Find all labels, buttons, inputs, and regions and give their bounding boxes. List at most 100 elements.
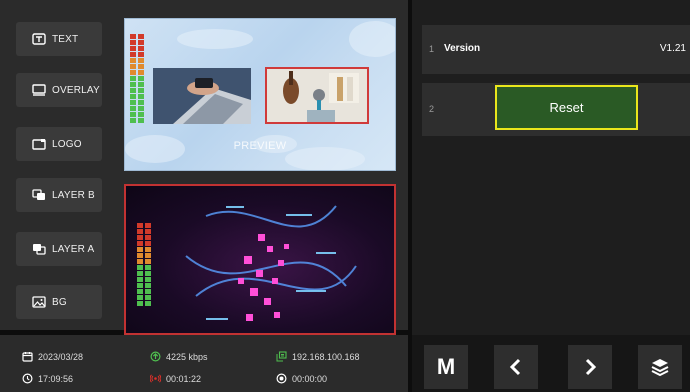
bitrate-stat: 4225 kbps xyxy=(150,351,208,362)
stream-time-stat: 00:01:22 xyxy=(150,373,201,384)
layer-a-button-label: LAYER A xyxy=(52,243,95,255)
calendar-icon xyxy=(22,352,33,362)
network-icon xyxy=(276,351,287,362)
meter-segment xyxy=(145,301,151,306)
meter-segment xyxy=(137,283,143,288)
meter-channel xyxy=(145,223,151,306)
meter-segment xyxy=(137,271,143,276)
bg-button[interactable]: BG xyxy=(16,285,102,319)
broadcast-icon xyxy=(150,374,161,383)
meter-segment xyxy=(138,46,144,51)
ip-stat: 192.168.100.168 xyxy=(276,351,360,362)
meter-segment xyxy=(145,223,151,228)
settings-row-reset: 2 Reset xyxy=(422,83,690,136)
stream-time-value: 00:01:22 xyxy=(166,373,202,384)
layers-button[interactable] xyxy=(638,345,682,389)
meter-segment xyxy=(138,100,144,105)
meter-segment xyxy=(137,253,143,258)
meter-segment xyxy=(137,241,143,246)
meter-segment xyxy=(137,265,143,270)
meter-segment xyxy=(145,289,151,294)
layer-b-button[interactable]: LAYER B xyxy=(16,178,102,212)
image-icon xyxy=(32,296,46,308)
meter-segment xyxy=(138,88,144,93)
meter-segment xyxy=(145,235,151,240)
time-stat: 17:09:56 xyxy=(22,373,73,384)
meter-segment xyxy=(145,277,151,282)
logo-icon xyxy=(32,139,46,150)
layers-icon xyxy=(651,359,669,377)
preview-source-thumbnail-studio xyxy=(265,67,369,124)
meter-segment xyxy=(130,118,136,123)
meter-segment xyxy=(130,76,136,81)
version-value: V1.21 xyxy=(659,43,686,54)
meter-segment xyxy=(130,52,136,57)
meter-segment xyxy=(145,241,151,246)
program-audio-meter xyxy=(137,223,151,306)
preview-monitor[interactable]: PREVIEW xyxy=(124,18,396,171)
meter-segment xyxy=(138,106,144,111)
meter-segment xyxy=(138,70,144,75)
layer-b-icon xyxy=(32,189,45,200)
row-index: 2 xyxy=(429,104,435,114)
meter-segment xyxy=(130,82,136,87)
menu-m-button[interactable]: M xyxy=(424,345,468,389)
record-time-stat: 00:00:00 xyxy=(276,373,327,384)
bg-button-label: BG xyxy=(52,296,67,308)
meter-segment xyxy=(138,112,144,117)
meter-segment xyxy=(145,271,151,276)
meter-segment xyxy=(138,52,144,57)
meter-segment xyxy=(130,58,136,63)
text-box-icon xyxy=(32,33,46,45)
reset-button[interactable]: Reset xyxy=(495,85,638,130)
left-panel: TEXT OVERLAY LOGO LAYER B LAYER A BG PRE… xyxy=(0,0,408,335)
ip-value: 192.168.100.168 xyxy=(292,351,360,362)
meter-segment xyxy=(130,64,136,69)
date-value: 2023/03/28 xyxy=(38,351,84,362)
meter-segment xyxy=(138,94,144,99)
meter-segment xyxy=(145,295,151,300)
meter-segment xyxy=(130,100,136,105)
text-button[interactable]: TEXT xyxy=(16,22,102,56)
meter-segment xyxy=(137,247,143,252)
meter-segment xyxy=(137,277,143,282)
meter-segment xyxy=(145,283,151,288)
layer-b-button-label: LAYER B xyxy=(52,189,95,201)
meter-segment xyxy=(130,106,136,111)
version-label: Version xyxy=(444,43,481,54)
preview-audio-meter xyxy=(130,34,144,123)
record-icon xyxy=(276,373,287,384)
meter-segment xyxy=(138,64,144,69)
meter-segment xyxy=(130,46,136,51)
layer-a-button[interactable]: LAYER A xyxy=(16,232,102,266)
logo-button[interactable]: LOGO xyxy=(16,127,102,161)
meter-segment xyxy=(130,40,136,45)
meter-segment xyxy=(130,112,136,117)
meter-channel xyxy=(137,223,143,306)
meter-segment xyxy=(138,58,144,63)
overlay-icon xyxy=(32,84,46,96)
overlay-button[interactable]: OVERLAY xyxy=(16,73,102,107)
meter-segment xyxy=(145,229,151,234)
layer-a-icon xyxy=(33,244,46,255)
meter-segment xyxy=(130,34,136,39)
row-index: 1 xyxy=(429,44,435,54)
bitrate-value: 4225 kbps xyxy=(166,351,208,362)
settings-row-version: 1 Version V1.21 xyxy=(422,25,690,74)
chevron-right-icon xyxy=(585,358,597,376)
meter-segment xyxy=(137,301,143,306)
meter-segment xyxy=(130,70,136,75)
meter-channel xyxy=(130,34,136,123)
menu-m-label: M xyxy=(436,354,456,379)
meter-segment xyxy=(145,247,151,252)
date-stat: 2023/03/28 xyxy=(22,351,83,362)
meter-segment xyxy=(137,289,143,294)
meter-segment xyxy=(138,76,144,81)
program-monitor[interactable] xyxy=(124,184,396,335)
meter-segment xyxy=(137,229,143,234)
meter-segment xyxy=(138,34,144,39)
previous-button[interactable] xyxy=(494,345,538,389)
chevron-left-icon xyxy=(509,358,521,376)
next-button[interactable] xyxy=(568,345,612,389)
preview-label: PREVIEW xyxy=(233,140,287,152)
